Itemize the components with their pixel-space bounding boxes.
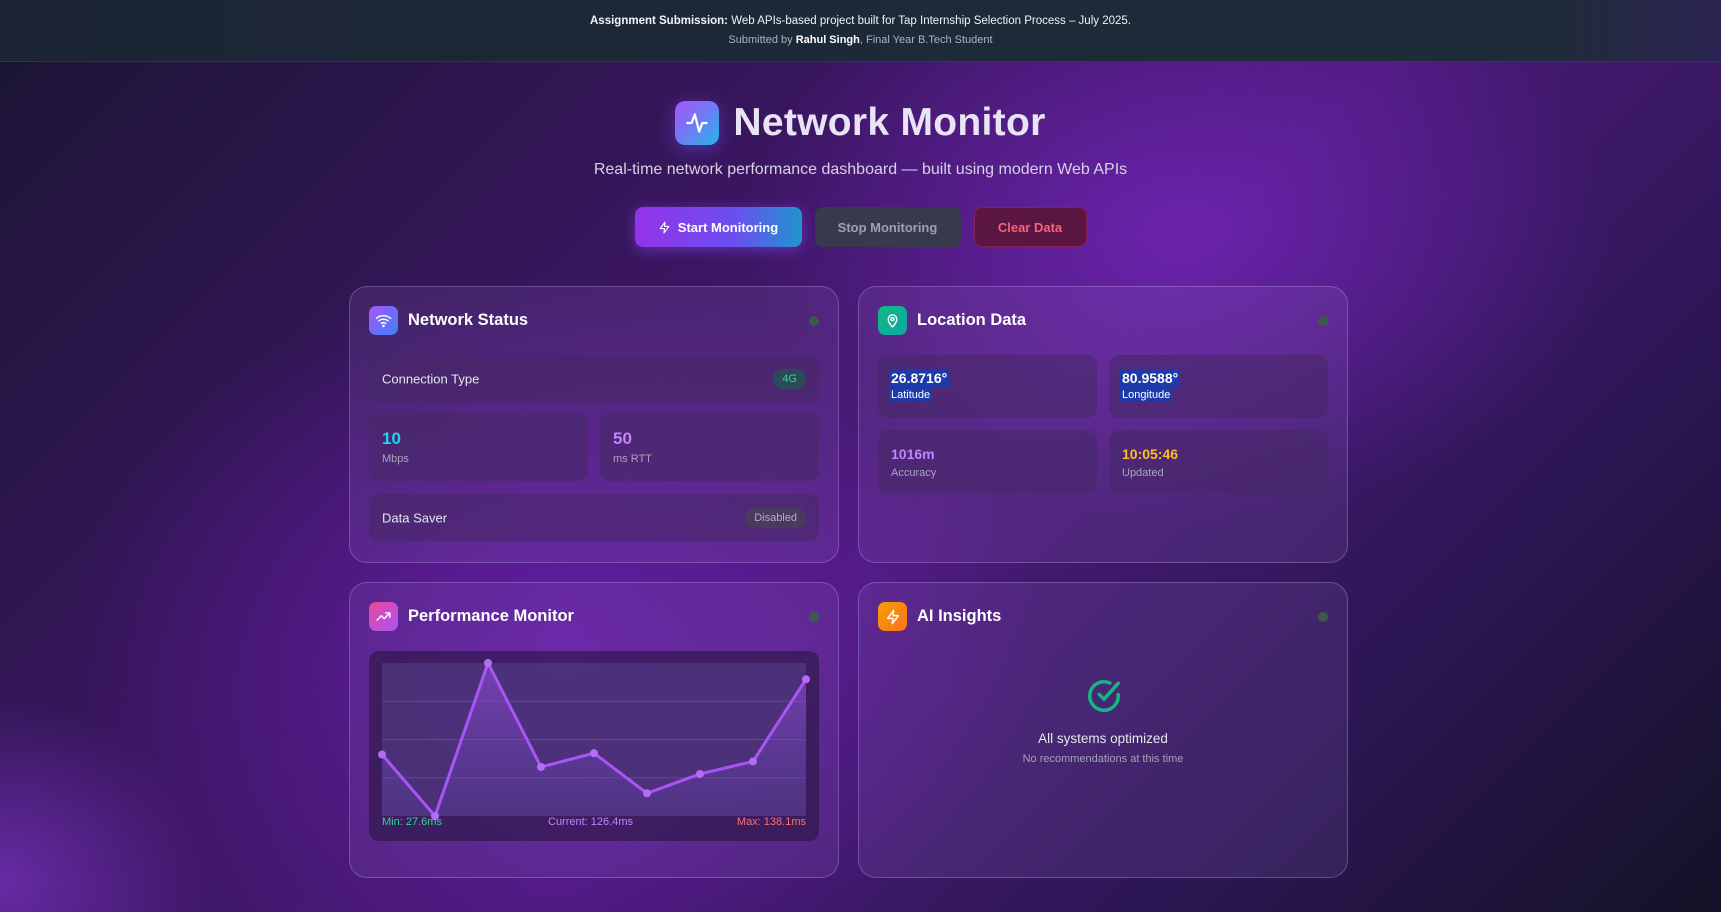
clear-data-button[interactable]: Clear Data [973, 207, 1087, 247]
latency-point-9 [802, 675, 810, 684]
check-circle-icon [1085, 677, 1123, 720]
performance-monitor-card: Performance Monitor Min: 27.6ms Current:… [349, 582, 839, 878]
updated-label: Updated [1122, 467, 1164, 479]
connection-type-label: Connection Type [382, 371, 480, 386]
data-saver-row: Data Saver Disabled [369, 494, 819, 541]
control-buttons: Start Monitoring Stop Monitoring Clear D… [0, 207, 1721, 247]
latency-point-1 [378, 750, 386, 759]
latency-point-8 [749, 757, 757, 766]
longitude-label: Longitude [1120, 388, 1173, 402]
insights-status-subtitle: No recommendations at this time [1022, 753, 1184, 765]
rtt-unit: ms RTT [613, 453, 652, 465]
ai-insights-indicator [1318, 612, 1328, 622]
ai-insights-title: AI Insights [917, 607, 1002, 625]
latency-chart-svg [378, 659, 810, 820]
map-pin-icon [878, 306, 907, 335]
network-status-title: Network Status [408, 311, 529, 329]
chart-min-label: Min: 27.6ms [382, 816, 442, 828]
data-saver-label: Data Saver [382, 510, 448, 525]
banner-lead: Assignment Submission: [590, 15, 729, 27]
latency-point-4 [537, 762, 545, 771]
latitude-value: 26.8716° [889, 369, 950, 387]
network-status-card: Network Status Connection Type 4G 10 Mbp… [349, 286, 839, 563]
accuracy-label: Accuracy [891, 467, 937, 479]
banner-text: Web APIs-based project built for Tap Int… [728, 15, 1131, 27]
bandwidth-unit: Mbps [382, 453, 409, 465]
network-status-header: Network Status [369, 306, 819, 335]
bandwidth-stat: 10 Mbps [369, 414, 588, 481]
start-monitoring-button[interactable]: Start Monitoring [634, 207, 802, 247]
latency-chart: Min: 27.6ms Current: 126.4ms Max: 138.1m… [369, 651, 819, 841]
lightning-bolt-icon [878, 602, 907, 631]
rtt-value: 50 [613, 429, 632, 448]
latency-point-7 [696, 769, 704, 778]
location-status-indicator [1318, 316, 1328, 326]
location-data-header: Location Data [878, 306, 1328, 335]
stop-monitoring-button[interactable]: Stop Monitoring [814, 207, 961, 247]
banner-submitted-suffix: , Final Year B.Tech Student [859, 34, 993, 46]
latency-point-6 [643, 789, 651, 798]
assignment-banner: Assignment Submission: Web APIs-based pr… [0, 0, 1721, 62]
network-status-indicator [809, 316, 819, 326]
bandwidth-value: 10 [382, 429, 401, 448]
location-data-title: Location Data [917, 311, 1027, 329]
latency-point-3 [484, 659, 492, 667]
connection-type-badge: 4G [773, 368, 806, 389]
page-title: Network Monitor [733, 101, 1046, 144]
banner-description: Assignment Submission: Web APIs-based pr… [0, 15, 1721, 27]
activity-pulse-icon [675, 101, 720, 145]
accuracy-value: 1016m [891, 446, 935, 462]
ai-insights-header: AI Insights [878, 602, 1328, 631]
latitude-label: Latitude [889, 388, 933, 402]
location-data-card: Location Data 26.8716° Latitude 80.9588°… [858, 286, 1348, 563]
ai-insights-card: AI Insights All systems optimized No rec… [858, 582, 1348, 878]
lightning-bolt-icon [659, 221, 670, 233]
trending-up-icon [369, 602, 398, 631]
start-monitoring-label: Start Monitoring [677, 219, 779, 235]
longitude-value: 80.9588° [1120, 369, 1181, 387]
performance-monitor-header: Performance Monitor [369, 602, 819, 631]
connection-type-row: Connection Type 4G [369, 355, 819, 402]
banner-submitted-by: Submitted by Rahul Singh, Final Year B.T… [0, 34, 1721, 46]
performance-status-indicator [809, 612, 819, 622]
latency-point-5 [590, 749, 598, 758]
performance-monitor-title: Performance Monitor [408, 607, 574, 625]
data-saver-badge: Disabled [745, 507, 806, 528]
wifi-icon [369, 306, 398, 335]
updated-stat: 10:05:46 Updated [1109, 430, 1328, 493]
chart-current-label: Current: 126.4ms [548, 816, 633, 828]
chart-max-label: Max: 138.1ms [736, 816, 806, 828]
clear-data-label: Clear Data [997, 219, 1063, 235]
stop-monitoring-label: Stop Monitoring [837, 219, 938, 235]
banner-author: Rahul Singh [795, 34, 860, 46]
accuracy-stat: 1016m Accuracy [878, 430, 1097, 493]
page-header: Network Monitor [0, 101, 1721, 145]
page-subtitle: Real-time network performance dashboard … [593, 161, 1128, 178]
longitude-stat: 80.9588° Longitude [1109, 355, 1328, 418]
insights-status-title: All systems optimized [1038, 731, 1168, 746]
latitude-stat: 26.8716° Latitude [878, 355, 1097, 418]
updated-value: 10:05:46 [1122, 446, 1179, 462]
banner-submitted-prefix: Submitted by [728, 34, 796, 46]
rtt-stat: 50 ms RTT [600, 414, 819, 481]
